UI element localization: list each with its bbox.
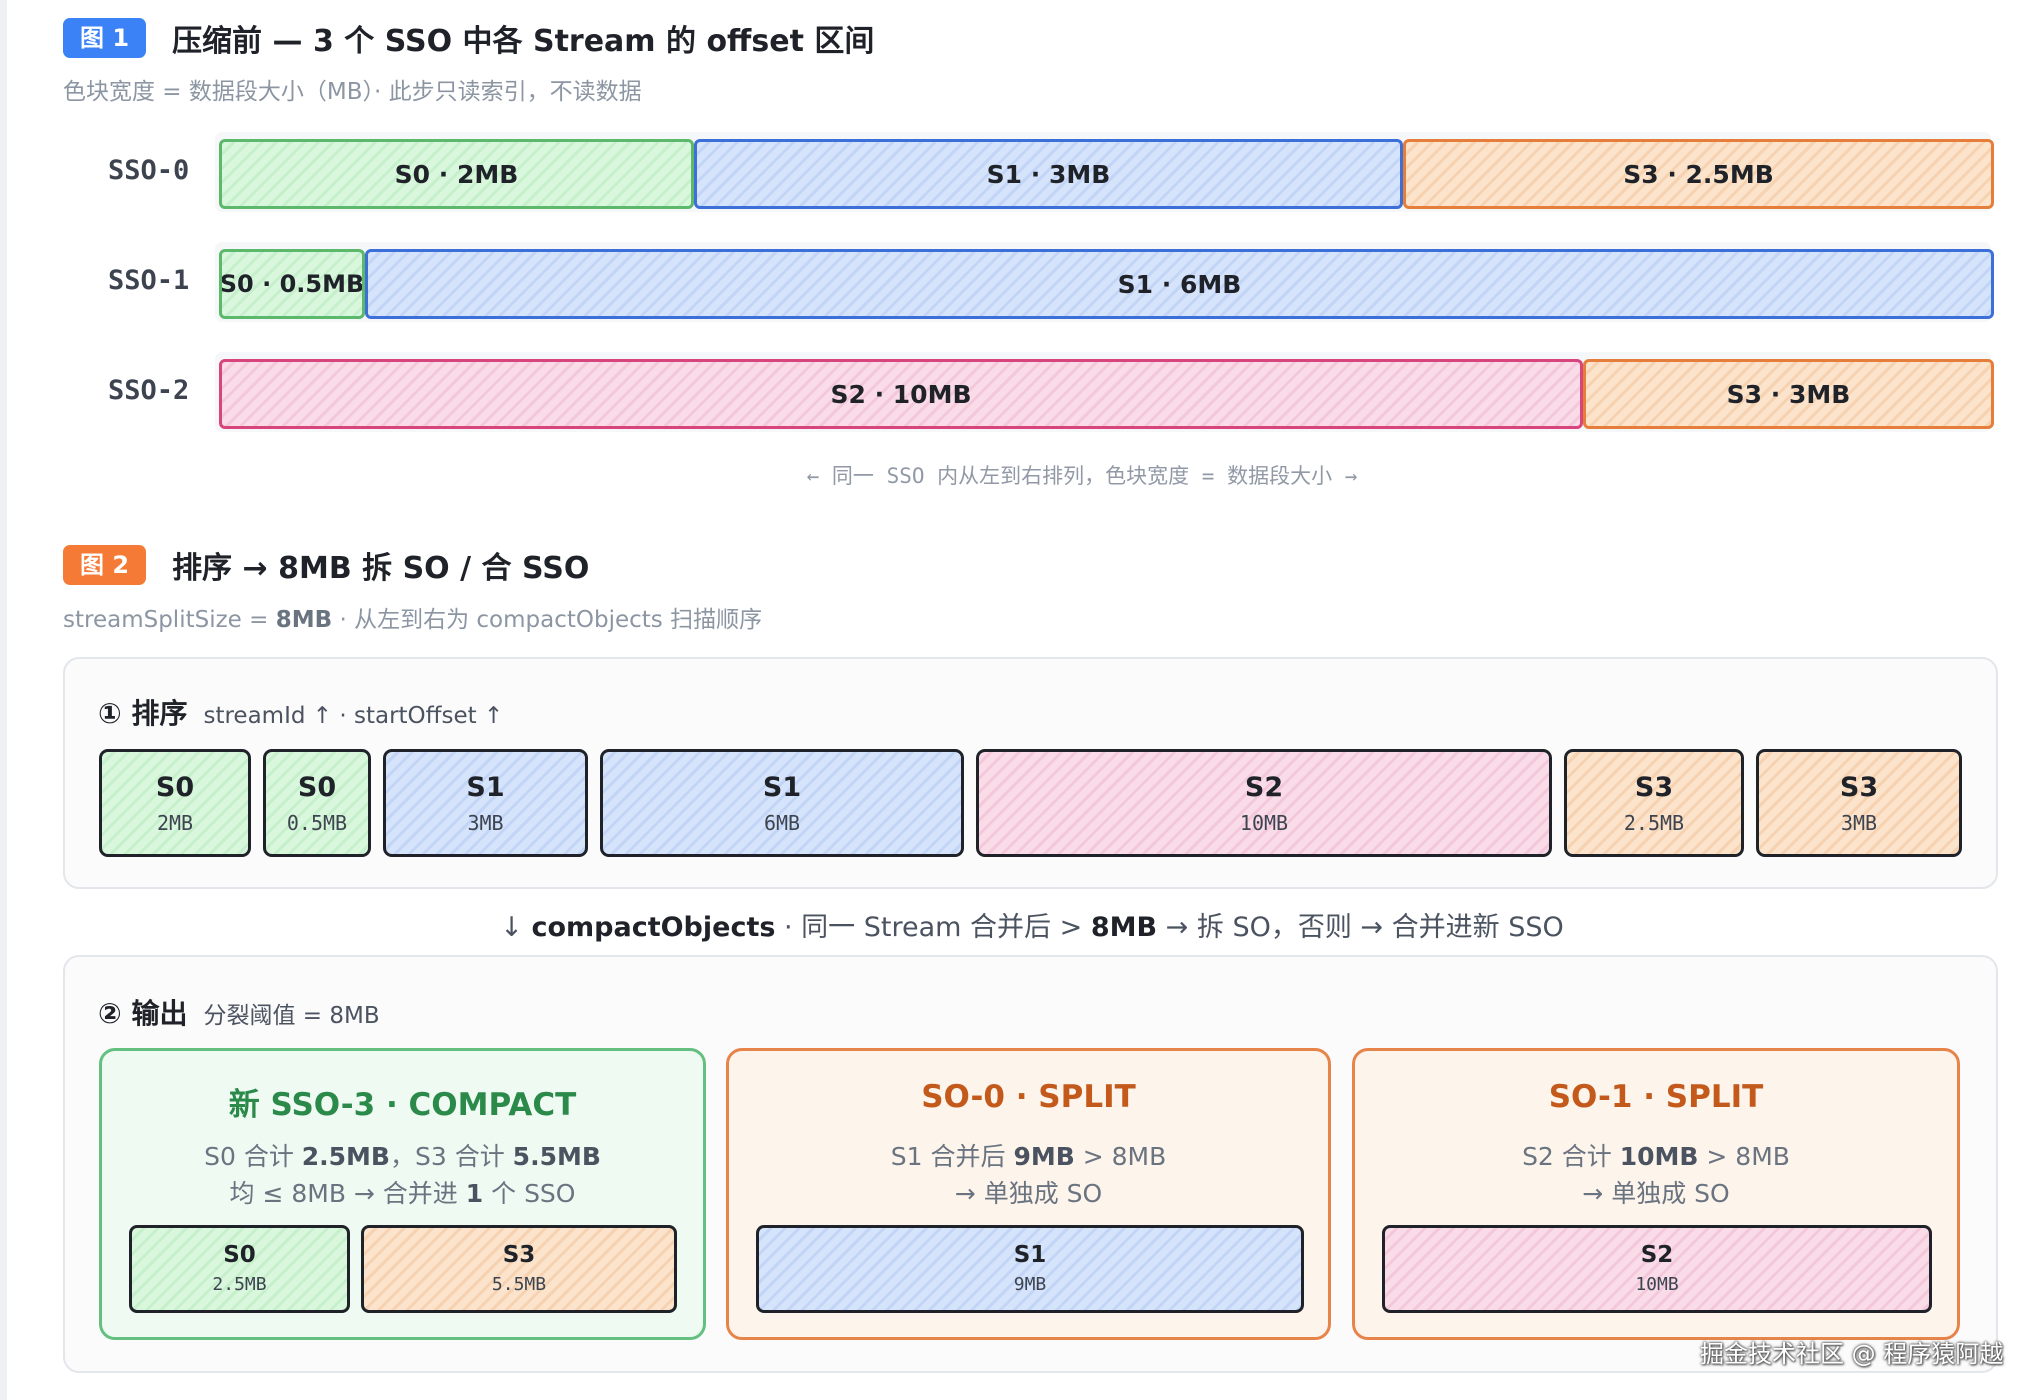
- output-card-line1: S0 合计 2.5MB，S3 合计 5.5MB: [102, 1137, 703, 1173]
- subtitle-text: streamSplitSize =: [63, 607, 276, 633]
- sort-card: S1 3MB: [383, 749, 588, 857]
- line-text: ，S3 合计: [390, 1142, 513, 1171]
- line-value: 9MB: [1013, 1142, 1075, 1171]
- sort-card: S3 2.5MB: [1564, 749, 1744, 857]
- card-name: S1: [466, 772, 505, 803]
- fig1-title: 压缩前 — 3 个 SSO 中各 Stream 的 offset 区间: [172, 24, 875, 59]
- output-card-so1: SO-1 · SPLIT S2 合计 10MB > 8MB → 单独成 SO S…: [1352, 1048, 1960, 1340]
- segment-s0: S0 · 2MB: [219, 139, 694, 209]
- segment-s3: S3 · 2.5MB: [1403, 139, 1994, 209]
- sort-card: S1 6MB: [600, 749, 964, 857]
- row-label: SSO-0: [108, 155, 190, 186]
- segment-s2: S2 · 10MB: [219, 359, 1583, 429]
- subtitle-value: 8MB: [275, 607, 333, 633]
- fig2-header: 图 2 排序 → 8MB 拆 SO / 合 SSO: [63, 543, 589, 587]
- card-size: 3MB: [467, 811, 504, 835]
- output-item: S3 5.5MB: [361, 1225, 677, 1313]
- line-value: 5.5MB: [512, 1142, 601, 1171]
- line-text: S0 合计: [204, 1142, 302, 1171]
- card-name: S0: [155, 772, 195, 803]
- fig1-header: 图 1 压缩前 — 3 个 SSO 中各 Stream 的 offset 区间: [63, 16, 874, 60]
- output-hint: 分裂阈值 = 8MB: [203, 1003, 380, 1029]
- output-card-so0: SO-0 · SPLIT S1 合并后 9MB > 8MB → 单独成 SO S…: [726, 1048, 1331, 1340]
- item-name: S3: [502, 1242, 536, 1268]
- card-name: S3: [1634, 772, 1674, 803]
- item-size: 9MB: [1013, 1274, 1047, 1295]
- fig2-subtitle: streamSplitSize = 8MB · 从左到右为 compactObj…: [63, 600, 762, 634]
- line-text: > 8MB: [1074, 1142, 1167, 1171]
- rule-threshold: 8MB: [1090, 912, 1158, 943]
- fig1-badge: 图 1: [63, 18, 147, 58]
- segment-s1: S1 · 3MB: [694, 139, 1403, 209]
- item-name: S1: [1013, 1242, 1047, 1268]
- line-text: S2 合计: [1522, 1142, 1620, 1171]
- row-label: SSO-1: [108, 265, 190, 296]
- card-size: 10MB: [1239, 811, 1289, 835]
- fig1-note: ← 同一 SSO 内从左到右排列，色块宽度 = 数据段大小 →: [806, 464, 1358, 488]
- card-name: S1: [762, 772, 802, 803]
- item-size: 2.5MB: [212, 1274, 267, 1295]
- output-item: S1 9MB: [756, 1225, 1304, 1313]
- sort-card: S0 0.5MB: [263, 749, 371, 857]
- output-card-line2: → 单独成 SO: [954, 1179, 1103, 1208]
- watermark: 掘金技术社区 @ 程序猿阿越: [1700, 1340, 2004, 1368]
- segment-s1: S1 · 6MB: [365, 249, 1994, 319]
- item-size: 10MB: [1635, 1274, 1679, 1295]
- rule-text: → 拆 SO，否则 → 合并进新 SSO: [1157, 912, 1564, 943]
- compact-objects-rule: ↓ compactObjects · 同一 Stream 合并后 > 8MB →…: [0, 905, 2044, 944]
- item-name: S0: [223, 1242, 256, 1268]
- output-card-title: SO-1 · SPLIT: [1548, 1079, 1764, 1115]
- output-panel-title: ② 输出 分裂阈值 = 8MB: [98, 992, 380, 1032]
- output-card-line2: → 单独成 SO: [1582, 1179, 1730, 1208]
- sort-hint: streamId ↑ · startOffset ↑: [203, 703, 504, 729]
- panel-title-text: ② 输出: [98, 997, 188, 1030]
- item-size: 5.5MB: [491, 1274, 547, 1295]
- output-card-line2: 均 ≤ 8MB → 合并进 1 个 SSO: [102, 1174, 703, 1210]
- segment-s0: S0 · 0.5MB: [219, 249, 365, 319]
- card-size: 0.5MB: [286, 811, 348, 835]
- card-size: 2.5MB: [1623, 811, 1685, 835]
- sort-card: S3 3MB: [1756, 749, 1962, 857]
- row-label: SSO-2: [108, 375, 190, 406]
- rule-text: · 同一 Stream 合并后 >: [775, 912, 1091, 943]
- sort-card: S2 10MB: [976, 749, 1552, 857]
- panel-title-text: ① 排序: [98, 697, 188, 730]
- line-text: > 8MB: [1698, 1142, 1790, 1171]
- output-card-sso3: 新 SSO-3 · COMPACT S0 合计 2.5MB，S3 合计 5.5M…: [99, 1048, 706, 1340]
- rule-keyword: compactObjects: [531, 912, 776, 943]
- card-name: S3: [1839, 772, 1879, 803]
- fig2-title: 排序 → 8MB 拆 SO / 合 SSO: [172, 551, 590, 586]
- line-value: 1: [465, 1179, 484, 1208]
- line-text: S1 合并后: [890, 1142, 1014, 1171]
- item-name: S2: [1640, 1242, 1674, 1268]
- line-text: 均 ≤ 8MB → 合并进: [229, 1179, 466, 1208]
- card-size: 2MB: [156, 811, 194, 835]
- sort-card: S0 2MB: [99, 749, 251, 857]
- card-name: S2: [1244, 772, 1284, 803]
- output-card-title: SO-0 · SPLIT: [921, 1079, 1136, 1115]
- fig2-badge: 图 2: [63, 545, 147, 585]
- subtitle-text: · 从左到右为 compactObjects 扫描顺序: [332, 607, 763, 633]
- output-card-line1: S1 合并后 9MB > 8MB: [729, 1137, 1328, 1173]
- segment-s3: S3 · 3MB: [1583, 359, 1994, 429]
- sort-panel-title: ① 排序 streamId ↑ · startOffset ↑: [98, 692, 503, 732]
- card-size: 6MB: [763, 811, 801, 835]
- output-item: S0 2.5MB: [129, 1225, 350, 1313]
- line-value: 2.5MB: [301, 1142, 390, 1171]
- card-name: S0: [297, 772, 337, 803]
- rule-text: ↓: [500, 912, 532, 943]
- output-card-title: 新 SSO-3 · COMPACT: [228, 1087, 577, 1123]
- line-value: 10MB: [1619, 1142, 1699, 1171]
- fig1-subtitle: 色块宽度 = 数据段大小（MB）· 此步只读索引，不读数据: [63, 79, 642, 105]
- card-size: 3MB: [1840, 811, 1878, 835]
- output-card-line1: S2 合计 10MB > 8MB: [1355, 1137, 1957, 1173]
- left-gutter: [0, 0, 7, 1400]
- line-text: 个 SSO: [483, 1179, 576, 1208]
- output-item: S2 10MB: [1382, 1225, 1932, 1313]
